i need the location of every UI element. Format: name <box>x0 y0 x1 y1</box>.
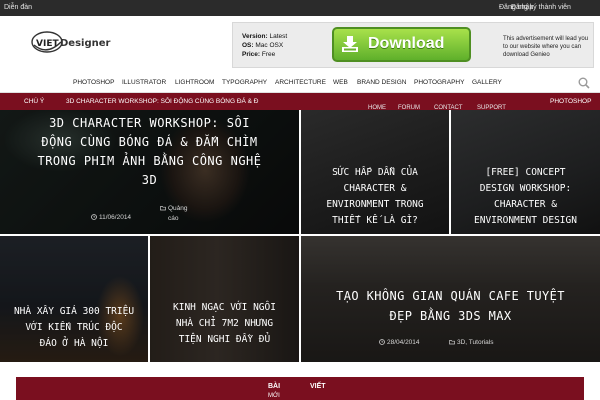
download-icon <box>342 36 358 52</box>
nav-item-gallery[interactable]: GALLERY <box>472 79 502 86</box>
nav-item-architecture[interactable]: ARCHITECTURE <box>275 79 326 86</box>
tile-6-category[interactable]: 3D, Tutorials <box>449 339 494 346</box>
tile-3-title: [FREE] CONCEPT DESIGN WORKSHOP: CHARACTE… <box>474 167 577 226</box>
tile-6-date: 28/04/2014 <box>379 339 420 346</box>
advertisement-banner[interactable]: Version: Latest OS: Mac OSX Price: Free … <box>232 22 594 68</box>
featured-tile-4[interactable]: NHÀ XÂY GIÁ 300 TRIỆU VỚI KIẾN TRÚC ĐỘC … <box>0 236 148 362</box>
clock-icon <box>91 214 97 220</box>
site-header: VIET Designer Version: Latest OS: Mac OS… <box>0 16 600 72</box>
download-button[interactable]: Download <box>332 27 471 62</box>
tile-1-date: 11/06/2014 <box>91 214 131 221</box>
svg-text:Designer: Designer <box>60 38 111 49</box>
nav-item-web[interactable]: WEB <box>333 79 348 86</box>
featured-tile-1[interactable]: 3D CHARACTER WORKSHOP: SÔI ĐỘNG CÙNG BÓN… <box>0 110 299 234</box>
top-bar: Diễn đàn Đăng nhập Đăng ký thành viên <box>0 0 600 16</box>
nav-item-brand-design[interactable]: BRAND DESIGN <box>357 79 406 86</box>
tile-1-title: 3D CHARACTER WORKSHOP: SÔI ĐỘNG CÙNG BÓN… <box>37 116 262 187</box>
nav-item-photoshop[interactable]: PHOTOSHOP <box>73 79 114 86</box>
ad-info: Version: Latest OS: Mac OSX Price: Free <box>242 33 288 58</box>
nav-item-lightroom[interactable]: LIGHTROOM <box>175 79 214 86</box>
notice-label: CHÚ Ý <box>24 98 45 105</box>
featured-tile-3[interactable]: [FREE] CONCEPT DESIGN WORKSHOP: CHARACTE… <box>451 110 600 234</box>
featured-tile-2[interactable]: SỨC HẤP DẪN CỦA CHARACTER & ENVIRONMENT … <box>301 110 449 234</box>
notice-category[interactable]: PHOTOSHOP <box>550 98 591 105</box>
news-ticker[interactable]: 3D CHARACTER WORKSHOP: SÔI ĐỘNG CÙNG BÓN… <box>66 98 259 105</box>
latest-posts-header: BÀI VIẾT MỚI <box>16 377 584 400</box>
tile-2-title: SỨC HẤP DẪN CỦA CHARACTER & ENVIRONMENT … <box>326 167 424 226</box>
search-icon[interactable] <box>578 77 590 89</box>
nav-item-illustrator[interactable]: ILLUSTRATOR <box>122 79 166 86</box>
folder-icon <box>449 340 455 345</box>
notice-bar: CHÚ Ý 3D CHARACTER WORKSHOP: SÔI ĐỘNG CÙ… <box>0 93 600 110</box>
clock-icon <box>379 339 385 345</box>
page: { "topbar": { "forum": "Diễn đàn", "logi… <box>0 0 600 400</box>
featured-tile-5[interactable]: KINH NGẠC VỚI NGÔI NHÀ CHỈ 7M2 NHƯNG TIỆ… <box>150 236 299 362</box>
ad-note: This advertisement will lead you to our … <box>503 36 589 58</box>
nav-item-photography[interactable]: PHOTOGRAPHY <box>414 79 464 86</box>
main-nav: PHOTOSHOP ILLUSTRATOR LIGHTROOM TYPOGRAP… <box>0 72 600 93</box>
svg-text:VIET: VIET <box>36 39 59 49</box>
forum-link[interactable]: Diễn đàn <box>4 4 32 11</box>
featured-tile-6[interactable]: TẠO KHÔNG GIAN QUÁN CAFE TUYỆT ĐẸP BẰNG … <box>301 236 600 362</box>
folder-icon <box>160 206 166 211</box>
tile-1-category[interactable]: Quảng cáo <box>160 204 188 224</box>
tile-5-title: KINH NGẠC VỚI NGÔI NHÀ CHỈ 7M2 NHƯNG TIỆ… <box>173 302 276 345</box>
site-logo[interactable]: VIET Designer <box>31 26 113 58</box>
tile-4-title: NHÀ XÂY GIÁ 300 TRIỆU VỚI KIẾN TRÚC ĐỘC … <box>13 306 135 349</box>
latest-posts-section: BÀI VIẾT MỚI <box>0 363 600 400</box>
register-link[interactable]: Đăng ký thành viên <box>511 4 571 11</box>
nav-item-typography[interactable]: TYPOGRAPHY <box>222 79 267 86</box>
tile-6-title: TẠO KHÔNG GIAN QUÁN CAFE TUYỆT ĐẸP BẰNG … <box>336 289 565 323</box>
